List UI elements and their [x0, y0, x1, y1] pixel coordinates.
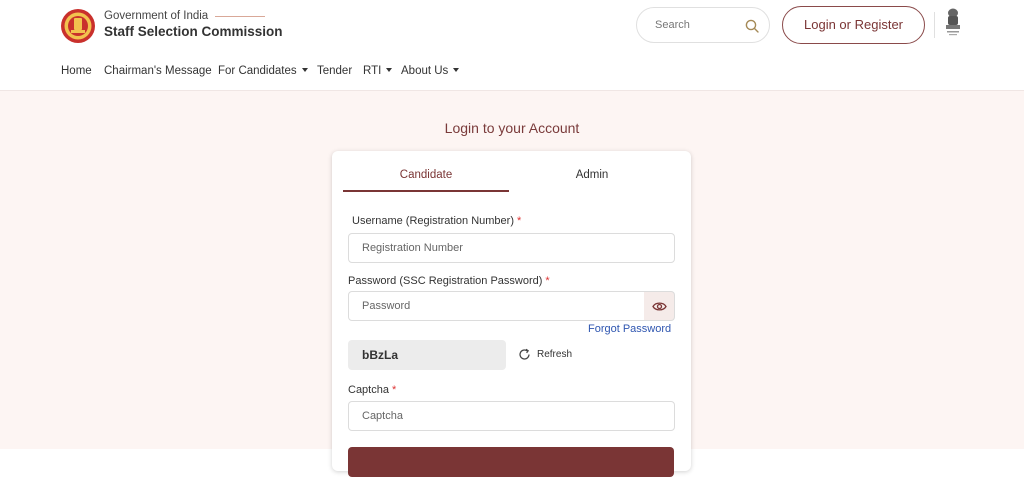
search-icon[interactable]	[745, 19, 759, 33]
password-label: Password (SSC Registration Password) *	[348, 275, 550, 287]
ssc-logo[interactable]	[60, 8, 96, 44]
nav-item-label: Chairman's Message	[104, 65, 212, 77]
tab-candidate[interactable]: Candidate	[343, 169, 509, 181]
header-divider	[934, 12, 935, 38]
government-label: Government of India	[104, 10, 209, 22]
nav-item-chairmans-message[interactable]: Chairman's Message	[104, 65, 212, 77]
show-password-toggle[interactable]	[644, 291, 675, 321]
site-header: Government of India Staff Selection Comm…	[0, 0, 1024, 53]
password-label-text: Password (SSC Registration Password)	[348, 275, 543, 287]
caret-down-icon	[386, 67, 393, 72]
main-navigation: Home Chairman's Message For Candidates T…	[0, 52, 1024, 91]
nav-item-label: For Candidates	[218, 65, 297, 77]
nav-item-rti[interactable]: RTI	[363, 65, 393, 77]
tab-admin[interactable]: Admin	[509, 169, 675, 181]
nav-item-label: About Us	[401, 65, 449, 77]
password-field[interactable]: Password	[348, 291, 645, 321]
nav-item-label: Tender	[317, 65, 353, 77]
org-title-block: Government of India Staff Selection Comm…	[104, 10, 283, 39]
nav-item-label: Home	[61, 65, 92, 77]
login-card: Candidate Admin Username (Registration N…	[332, 151, 691, 477]
captcha-image: bBzLa	[348, 340, 506, 370]
refresh-captcha-button[interactable]: Refresh	[518, 348, 572, 361]
refresh-label: Refresh	[537, 349, 573, 360]
page-title: Login to your Account	[444, 120, 580, 136]
captcha-field[interactable]: Captcha	[348, 401, 675, 431]
required-marker: *	[391, 384, 397, 396]
nav-item-for-candidates[interactable]: For Candidates	[218, 65, 308, 77]
main-content: Login to your Account Candidate Admin Us…	[0, 91, 1024, 477]
nav-item-tender[interactable]: Tender	[317, 65, 352, 77]
captcha-label: Captcha *	[348, 384, 396, 396]
eye-icon	[652, 300, 667, 313]
caret-down-icon	[453, 67, 460, 72]
password-placeholder: Password	[362, 300, 411, 312]
nav-item-about-us[interactable]: About Us	[401, 65, 460, 77]
captcha-placeholder: Captcha	[362, 410, 403, 422]
required-marker: *	[545, 275, 550, 287]
login-register-button[interactable]: Login or Register	[782, 6, 925, 44]
nav-item-home[interactable]: Home	[61, 65, 92, 77]
login-submit-button[interactable]	[348, 447, 674, 477]
refresh-icon	[518, 348, 531, 361]
caret-down-icon	[301, 67, 308, 72]
search-input[interactable]: Search	[636, 7, 770, 43]
organization-name: Staff Selection Commission	[104, 24, 283, 39]
forgot-password-link[interactable]: Forgot Password	[588, 323, 671, 335]
national-emblem	[943, 7, 963, 39]
active-tab-indicator	[343, 190, 509, 192]
username-placeholder: Registration Number	[362, 242, 463, 254]
nav-item-label: RTI	[363, 65, 382, 77]
title-divider	[215, 15, 266, 17]
search-placeholder: Search	[655, 19, 690, 31]
captcha-code: bBzLa	[362, 348, 398, 362]
username-label-text: Username (Registration Number)	[352, 215, 514, 227]
captcha-label-text: Captcha	[348, 384, 389, 396]
required-marker: *	[517, 215, 522, 227]
username-field[interactable]: Registration Number	[348, 233, 675, 263]
username-label: Username (Registration Number) *	[352, 215, 521, 227]
